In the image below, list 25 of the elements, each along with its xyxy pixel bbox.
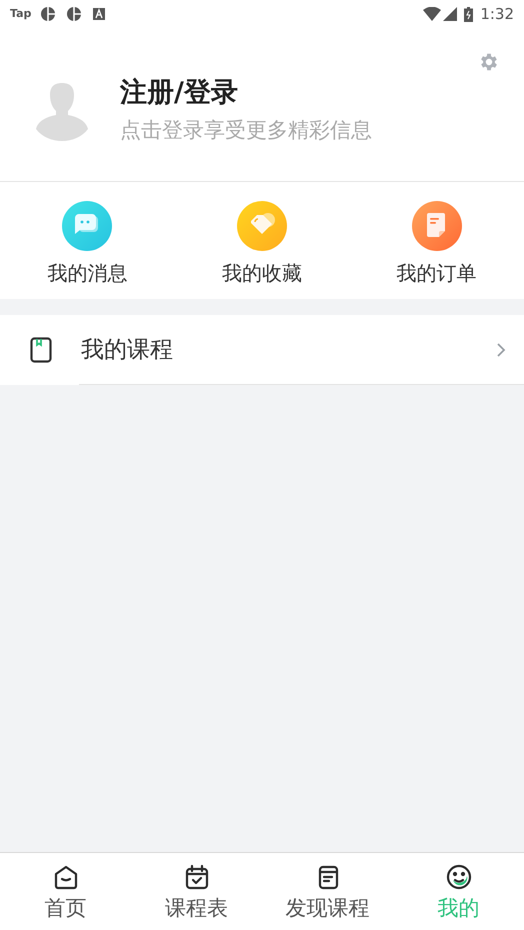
shortcut-button[interactable]: 我的收藏 [174,198,350,282]
battery-icon [464,6,474,22]
aperture-icon [66,6,82,22]
chevron-right-icon [496,342,506,358]
wifi-icon [423,7,442,21]
signal-icon [443,7,458,21]
nav-tab[interactable]: 课程表 [131,853,262,930]
aperture-icon [40,6,56,22]
nav-tab[interactable]: 发现课程 [262,853,393,930]
chat-bubble-icon [62,200,112,250]
clock: 1:32 [480,4,514,25]
smiley-icon [444,863,472,891]
avatar-icon [36,80,88,140]
login-subtitle: 点击登录享受更多精彩信息 [120,120,372,140]
font-icon [93,8,106,20]
tag-icon [237,200,287,250]
menu-row[interactable]: 我的课程 [0,315,524,385]
app-label: Tap [10,6,32,22]
shortcut-button[interactable]: 我的订单 [349,198,524,282]
login-title[interactable]: 注册/登录 [120,78,372,106]
shortcut-button[interactable]: 我的消息 [0,198,175,282]
nav-tab[interactable]: 首页 [0,853,131,930]
settings-icon[interactable] [478,51,500,73]
book-icon [30,337,52,363]
document-icon [412,200,462,250]
